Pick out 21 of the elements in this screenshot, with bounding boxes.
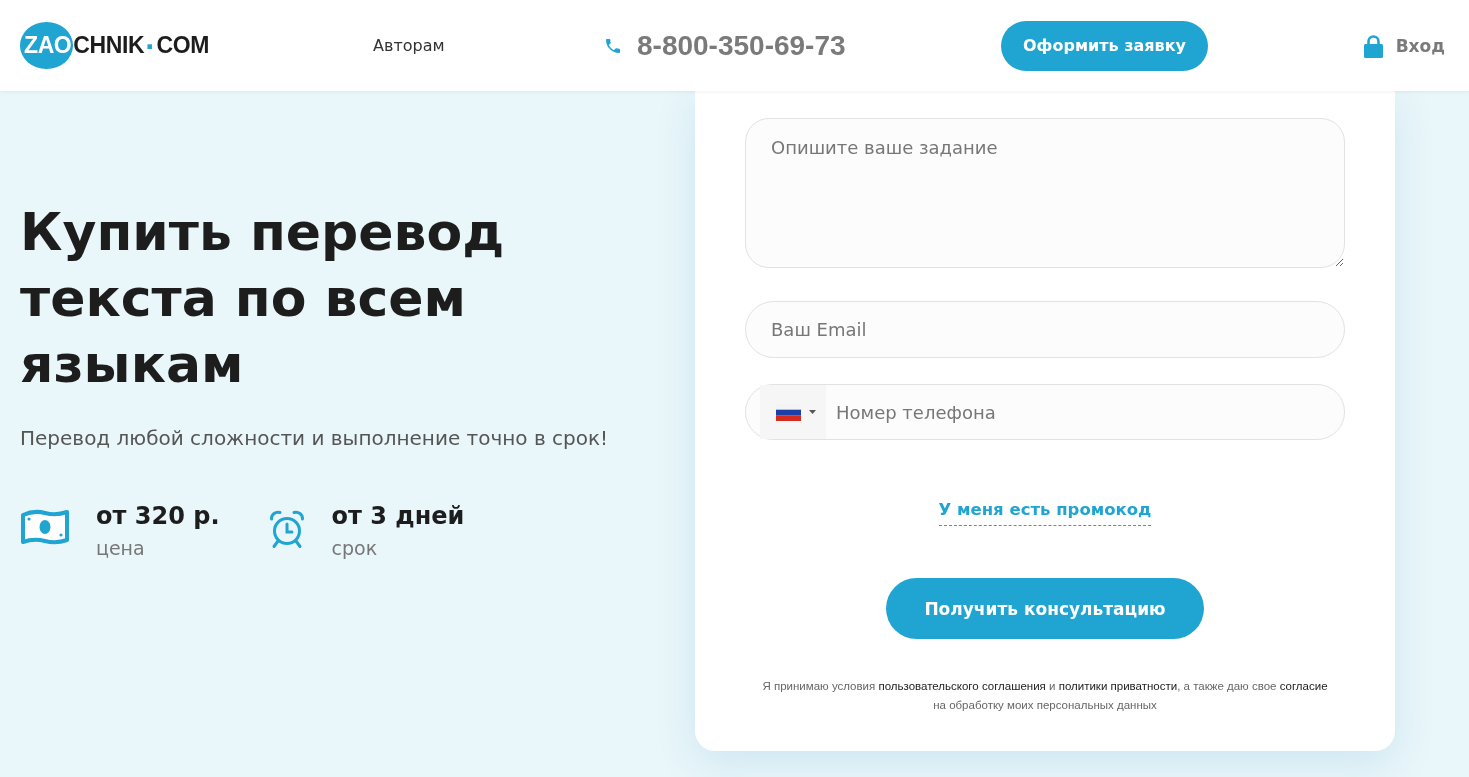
nav-link[interactable]: Авторам xyxy=(373,36,445,55)
feature-caption: цена xyxy=(96,536,145,561)
banknote-icon xyxy=(20,509,70,545)
feature-value: от 320 р. xyxy=(96,501,220,531)
feature-caption: срок xyxy=(331,536,378,561)
caret-icon xyxy=(809,410,816,414)
page-title: Купить перевод текста по всем языкам xyxy=(20,201,506,396)
consent-link[interactable]: согласие xyxy=(1279,680,1328,692)
email-field[interactable]: Ваш Email xyxy=(745,301,1345,358)
alarm-clock-icon xyxy=(267,509,306,549)
lock-icon xyxy=(1363,33,1383,58)
phone-link[interactable]: 8-800-350-69-73 xyxy=(606,29,846,62)
phone-icon xyxy=(606,38,620,53)
task-textarea[interactable]: Опишите ваше задание xyxy=(745,118,1345,268)
consent-text: Я принимаю условия пользовательского соглашения и политики приватности, а также даю свое согласие на обработку моих персональных данных xyxy=(761,679,1329,713)
login-link[interactable]: Вход xyxy=(1363,33,1445,58)
subtitle: Перевод любой сложности и выполнение точно в срок! xyxy=(20,425,609,452)
logo[interactable]: ZAOCHNIK·COM xyxy=(20,22,209,69)
feature-value: от 3 дней xyxy=(331,501,465,531)
consent-link[interactable]: пользовательского соглашения xyxy=(878,680,1046,692)
country-dropdown[interactable] xyxy=(760,385,826,439)
